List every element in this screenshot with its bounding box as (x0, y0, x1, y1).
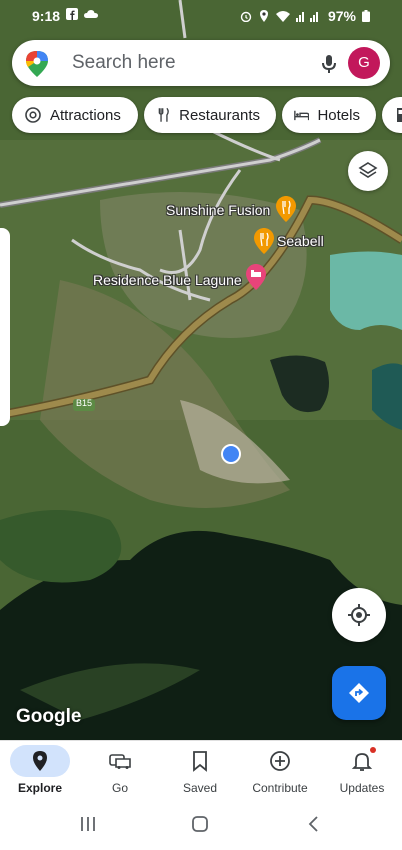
fork-knife-icon (158, 107, 169, 122)
microphone-icon[interactable] (317, 52, 341, 76)
place-label-residence-blue-lagune[interactable]: Residence Blue Lagune (93, 272, 242, 288)
nav-label: Saved (182, 781, 218, 795)
gas-station-icon (397, 108, 402, 122)
nav-label: Updates (339, 781, 385, 795)
nav-updates[interactable]: Updates (322, 741, 402, 799)
current-location-dot (221, 444, 241, 464)
location-icon (259, 10, 268, 22)
side-panel-handle[interactable] (0, 228, 10, 426)
restaurant-pin-sunshine-fusion[interactable] (276, 196, 296, 227)
directions-icon (349, 683, 369, 703)
chip-attractions[interactable]: Attractions (12, 97, 138, 133)
chip-label: Attractions (50, 106, 121, 124)
recent-apps-icon[interactable] (78, 814, 98, 834)
nav-label: Go (111, 781, 128, 795)
bottom-navigation: Explore Go Saved Contribute Updates (0, 740, 402, 799)
status-time: 9:18 (32, 8, 61, 24)
layers-icon (358, 162, 378, 178)
facebook-icon (66, 8, 78, 20)
camera-icon (25, 107, 41, 123)
alarm-icon (240, 11, 252, 22)
notification-badge (370, 747, 376, 753)
directions-button[interactable] (332, 666, 386, 720)
chip-label: Hotels (317, 106, 360, 124)
bed-icon (246, 264, 266, 290)
nav-contribute[interactable]: Contribute (240, 741, 320, 799)
account-avatar[interactable]: G (348, 47, 380, 79)
system-navigation-bar (0, 798, 402, 850)
nav-label: Explore (17, 781, 62, 795)
wifi-icon (275, 11, 290, 22)
signal-icon (295, 12, 318, 22)
bed-icon (294, 110, 310, 121)
place-label-seabell[interactable]: Seabell (277, 233, 324, 249)
google-logo: Google (16, 706, 82, 727)
chip-label: Restaurants (179, 106, 260, 124)
nav-go[interactable]: Go (80, 741, 160, 799)
google-maps-pin-icon (26, 51, 48, 77)
layers-button[interactable] (348, 151, 388, 191)
search-bar[interactable]: Search here G (12, 40, 390, 86)
nav-explore[interactable]: Explore (0, 741, 80, 799)
bookmark-icon (193, 751, 207, 772)
search-input[interactable]: Search here (72, 52, 176, 74)
fork-knife-icon (254, 228, 274, 254)
chip-hotels[interactable]: Hotels (282, 97, 376, 133)
home-icon[interactable] (190, 814, 210, 834)
fork-knife-icon (276, 196, 296, 222)
battery-percent: 97% (327, 8, 356, 24)
location-pin-icon (33, 751, 47, 771)
my-location-button[interactable] (332, 588, 386, 642)
status-bar: 9:18 97% (0, 0, 402, 32)
restaurant-pin-seabell[interactable] (254, 228, 274, 259)
nav-label: Contribute (252, 781, 308, 795)
add-circle-icon (270, 751, 290, 771)
nav-saved[interactable]: Saved (160, 741, 240, 799)
hotel-pin-residence-blue-lagune[interactable] (246, 264, 266, 295)
road-label: B15 (76, 398, 93, 408)
cloud-icon (84, 10, 98, 18)
car-icon (109, 754, 131, 769)
back-icon[interactable] (304, 814, 324, 834)
place-label-sunshine-fusion[interactable]: Sunshine Fusion (166, 202, 270, 218)
chip-restaurants[interactable]: Restaurants (144, 97, 276, 133)
bell-icon (351, 753, 373, 771)
battery-icon (362, 10, 370, 22)
crosshair-icon (348, 604, 370, 626)
